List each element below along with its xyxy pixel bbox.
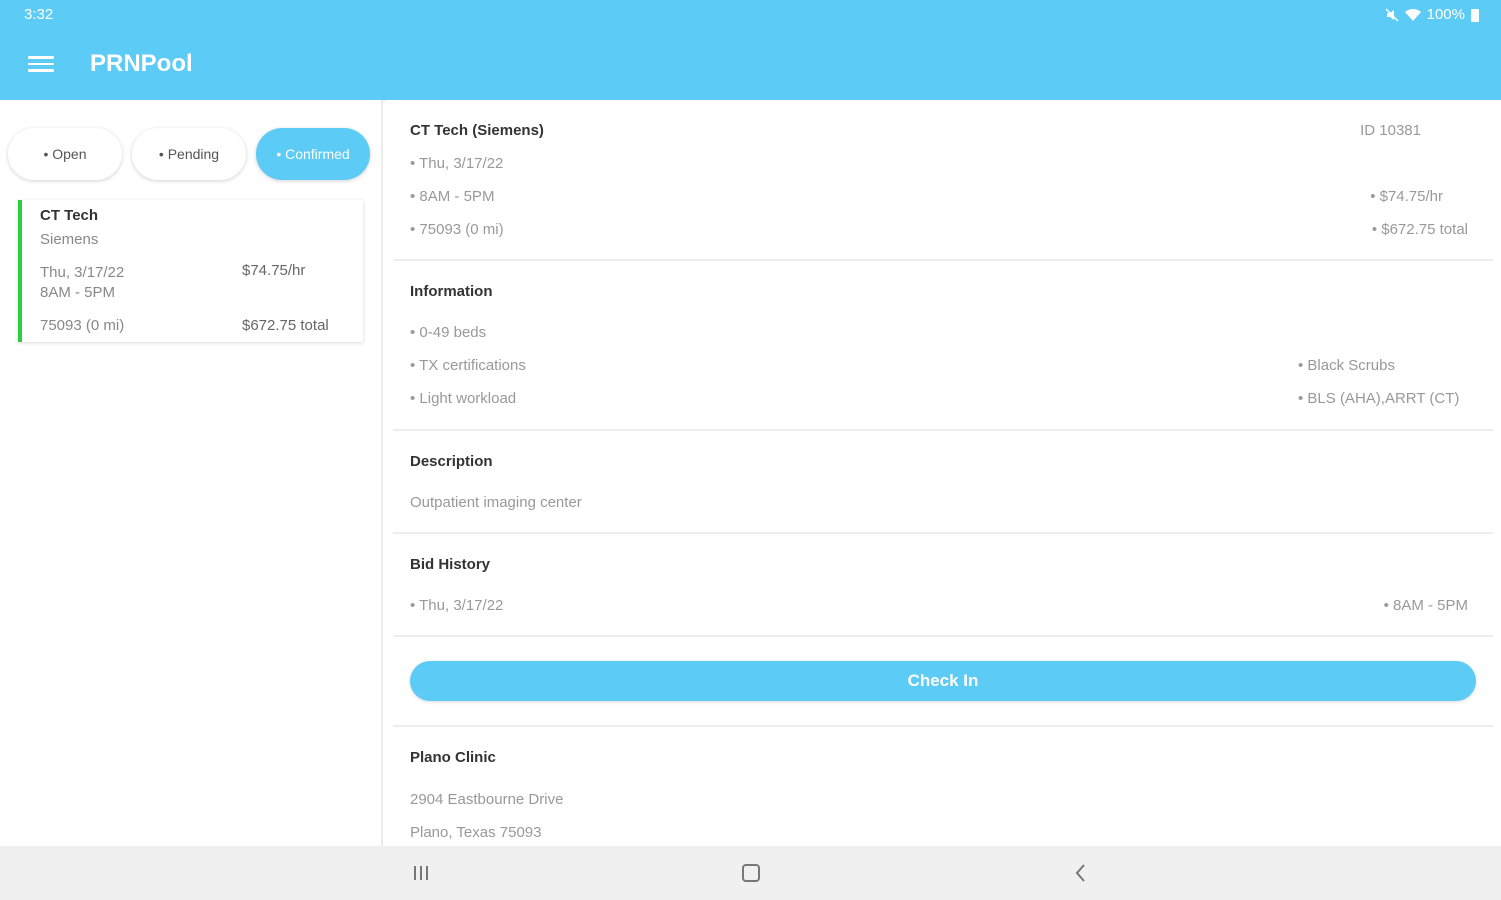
- clinic-section: Plano Clinic 2904 Eastbourne Drive Plano…: [393, 727, 1493, 846]
- info-scrubs: • Black Scrubs: [1298, 357, 1395, 374]
- status-tabs: • Open • Pending • Confirmed: [8, 128, 370, 180]
- detail-rate: • $74.75/hr: [1370, 188, 1443, 205]
- detail-title: CT Tech (Siemens): [410, 122, 544, 139]
- shift-detail-pane: CT Tech (Siemens) ID 10381 • Thu, 3/17/2…: [385, 100, 1501, 846]
- bid-history-date: • Thu, 3/17/22: [410, 597, 504, 614]
- status-time: 3:32: [24, 6, 54, 23]
- info-workload: • Light workload: [410, 390, 517, 407]
- clinic-address-line2: Plano, Texas 75093: [410, 824, 542, 841]
- card-date: Thu, 3/17/22: [40, 264, 125, 281]
- card-rate: $74.75/hr: [242, 262, 306, 279]
- card-total: $672.75 total: [242, 317, 329, 334]
- detail-id: ID 10381: [1360, 122, 1421, 139]
- bid-history-time: • 8AM - 5PM: [1383, 597, 1468, 614]
- bid-history-heading: Bid History: [410, 556, 491, 573]
- tab-open[interactable]: • Open: [8, 128, 122, 180]
- card-location: 75093 (0 mi): [40, 317, 125, 334]
- information-heading: Information: [410, 283, 493, 300]
- bid-history-section: Bid History • Thu, 3/17/22 • 8AM - 5PM: [393, 534, 1493, 637]
- tab-confirmed[interactable]: • Confirmed: [256, 128, 370, 180]
- system-nav-bar: [0, 846, 1501, 900]
- description-text: Outpatient imaging center: [410, 494, 582, 511]
- app-title: PRNPool: [90, 50, 193, 77]
- home-icon[interactable]: [738, 860, 764, 886]
- card-title: CT Tech: [40, 207, 99, 224]
- detail-date: • Thu, 3/17/22: [410, 155, 504, 172]
- info-beds: • 0-49 beds: [410, 324, 487, 341]
- shift-card[interactable]: CT Tech Siemens Thu, 3/17/22 8AM - 5PM 7…: [18, 200, 363, 342]
- hamburger-menu-icon[interactable]: [28, 53, 54, 75]
- battery-icon: [1471, 8, 1479, 22]
- wifi-icon: [1404, 8, 1421, 21]
- toolbar: PRNPool: [0, 30, 1501, 100]
- detail-total: • $672.75 total: [1371, 221, 1468, 238]
- mute-icon: [1385, 7, 1399, 22]
- summary-section: CT Tech (Siemens) ID 10381 • Thu, 3/17/2…: [393, 100, 1493, 261]
- status-bar: 3:32 100%: [0, 0, 1501, 30]
- checkin-divider: [393, 637, 1493, 727]
- back-icon[interactable]: [1068, 860, 1094, 886]
- info-certifications: • TX certifications: [410, 357, 526, 374]
- card-subtitle: Siemens: [40, 231, 99, 248]
- description-heading: Description: [410, 453, 493, 470]
- detail-location: • 75093 (0 mi): [410, 221, 504, 238]
- detail-time: • 8AM - 5PM: [410, 188, 495, 205]
- clinic-name: Plano Clinic: [410, 749, 496, 766]
- card-time: 8AM - 5PM: [40, 284, 116, 301]
- description-section: Description Outpatient imaging center: [393, 431, 1493, 534]
- tab-pending[interactable]: • Pending: [132, 128, 246, 180]
- recent-apps-icon[interactable]: [408, 860, 434, 886]
- information-section: Information • 0-49 beds • TX certificati…: [393, 261, 1493, 431]
- info-bls: • BLS (AHA),ARRT (CT): [1298, 390, 1460, 407]
- battery-text: 100%: [1426, 6, 1465, 23]
- clinic-address-line1: 2904 Eastbourne Drive: [410, 791, 564, 808]
- status-icons: 100%: [1385, 6, 1479, 23]
- shift-list-pane: • Open • Pending • Confirmed CT Tech Sie…: [0, 100, 383, 846]
- app-bar: 3:32 100% PRNPool: [0, 0, 1501, 100]
